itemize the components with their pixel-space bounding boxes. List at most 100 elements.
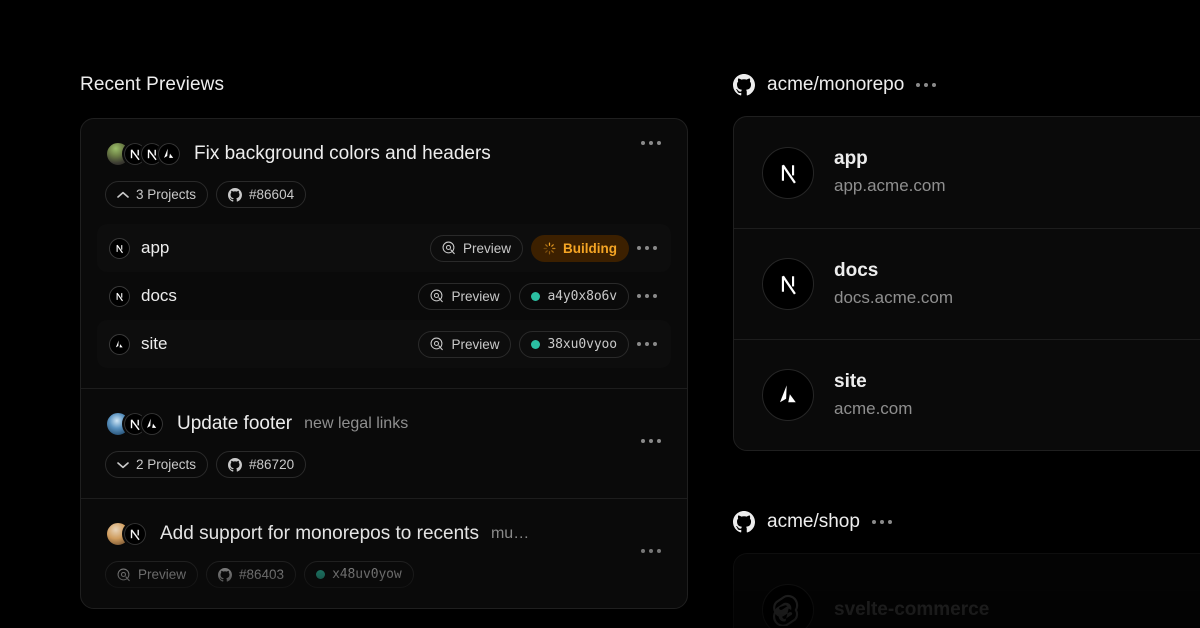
astro-icon xyxy=(139,411,165,437)
preview-chip[interactable]: Preview xyxy=(418,330,512,358)
repo-menu-button[interactable] xyxy=(871,520,892,524)
preview-item-menu-button[interactable] xyxy=(641,549,661,553)
projects-count-chip[interactable]: 2 Projects xyxy=(105,451,209,478)
repositories-section: acme/monorepo app app.acme.com docs docs… xyxy=(733,74,1200,628)
projects-count-label: 2 Projects xyxy=(136,457,197,472)
repo-projects-card: svelte-commerce xyxy=(733,553,1200,628)
recent-previews-section: Recent Previews Fix background colors an… xyxy=(80,74,688,609)
preview-label: Preview xyxy=(138,567,187,582)
preview-item[interactable]: Fix background colors and headers 3 Proj… xyxy=(81,119,687,388)
repo-project-row[interactable]: svelte-commerce xyxy=(734,554,1200,628)
nextjs-icon xyxy=(109,285,130,307)
project-actions: Preview Building xyxy=(429,234,657,262)
project-name: docs xyxy=(141,286,177,305)
astro-icon xyxy=(156,141,182,167)
nextjs-icon xyxy=(122,521,148,547)
repo-project-url: app.acme.com xyxy=(834,176,946,195)
deployment-id-chip[interactable]: 38xu0vyoo xyxy=(519,330,629,358)
github-pr-chip[interactable]: #86403 xyxy=(206,561,297,588)
status-dot-icon xyxy=(531,291,541,301)
repo-name: acme/shop xyxy=(767,511,860,532)
repo-project-name: site xyxy=(834,370,867,392)
deployment-id-label: a4y0x8o6v xyxy=(547,288,617,304)
github-pr-label: #86403 xyxy=(239,567,285,582)
svelte-icon xyxy=(762,583,814,628)
preview-eye-icon xyxy=(442,241,455,255)
deployment-id-label: x48uv0yow xyxy=(332,567,402,582)
github-pr-label: #86604 xyxy=(249,187,295,202)
preview-label: Preview xyxy=(451,288,500,304)
preview-item-header: Add support for monorepos to recents mu… xyxy=(81,521,687,547)
repo-project-row[interactable]: docs docs.acme.com xyxy=(734,228,1200,339)
github-pr-label: #86720 xyxy=(249,457,295,472)
nextjs-icon xyxy=(762,146,814,199)
deployment-id-chip[interactable]: x48uv0yow xyxy=(304,561,414,588)
preview-label: Preview xyxy=(451,336,500,352)
astro-icon xyxy=(762,369,814,421)
chevron-down-icon xyxy=(117,461,129,468)
preview-item[interactable]: Add support for monorepos to recents mu…… xyxy=(81,498,687,608)
github-pr-chip[interactable]: #86720 xyxy=(216,451,307,478)
repo-name: acme/monorepo xyxy=(767,74,905,95)
preview-eye-icon xyxy=(117,568,130,581)
project-actions: Preview a4y0x8o6v xyxy=(418,282,657,310)
projects-count-chip[interactable]: 3 Projects xyxy=(105,181,209,208)
repo-project-name: app xyxy=(834,148,868,170)
repo-project-name: svelte-commerce xyxy=(834,598,990,620)
deployment-id-label: 38xu0vyoo xyxy=(547,336,617,352)
preview-label: Preview xyxy=(462,240,511,256)
project-list: app Preview Building docs Preview a4y0x8… xyxy=(97,224,671,368)
preview-item-meta: 2 Projects #86720 xyxy=(81,437,687,478)
astro-icon xyxy=(109,333,130,355)
project-name: app xyxy=(141,238,170,257)
avatar-stack xyxy=(105,411,165,437)
preview-eye-icon xyxy=(430,337,444,351)
project-row-menu-button[interactable] xyxy=(637,246,657,250)
github-pr-chip[interactable]: #86604 xyxy=(216,181,307,208)
github-icon xyxy=(733,511,755,533)
app-root: Recent Previews Fix background colors an… xyxy=(0,0,1200,628)
repo-header[interactable]: acme/monorepo xyxy=(733,74,1200,96)
repo-project-url: docs.acme.com xyxy=(834,287,954,307)
repo-project-row[interactable]: app app.acme.com xyxy=(734,117,1200,228)
avatar-stack xyxy=(105,521,148,547)
preview-item-subtitle: new legal links xyxy=(304,415,409,432)
preview-item-menu-button[interactable] xyxy=(641,439,661,443)
repo-project-info: svelte-commerce xyxy=(834,597,989,623)
project-row[interactable]: docs Preview a4y0x8o6v xyxy=(97,272,671,320)
preview-eye-icon xyxy=(430,289,444,303)
project-row[interactable]: app Preview Building xyxy=(97,224,671,272)
repo-project-name: docs xyxy=(834,259,879,281)
nextjs-icon xyxy=(109,237,130,259)
github-icon xyxy=(733,74,755,96)
status-dot-icon xyxy=(531,339,541,349)
repo-header[interactable]: acme/shop xyxy=(733,511,1200,533)
status-dot-icon xyxy=(316,570,326,579)
github-icon xyxy=(228,457,243,472)
repo-project-url: acme.com xyxy=(834,398,913,418)
nextjs-icon xyxy=(762,258,814,310)
chevron-up-icon xyxy=(117,191,129,198)
repo-menu-button[interactable] xyxy=(916,83,937,87)
github-icon xyxy=(218,567,233,582)
project-row-menu-button[interactable] xyxy=(637,342,657,346)
deployment-id-chip[interactable]: a4y0x8o6v xyxy=(519,282,629,310)
repo-project-row[interactable]: site acme.com xyxy=(734,339,1200,450)
preview-item-header: Fix background colors and headers xyxy=(81,141,687,167)
preview-chip[interactable]: Preview xyxy=(429,234,523,262)
projects-count-label: 3 Projects xyxy=(136,187,197,202)
preview-item[interactable]: Update footer new legal links 2 Projects… xyxy=(81,388,687,498)
preview-chip[interactable]: Preview xyxy=(418,282,512,310)
preview-chip[interactable]: Preview xyxy=(105,561,199,588)
avatar-stack xyxy=(105,141,182,167)
project-row[interactable]: site Preview 38xu0vyoo xyxy=(97,320,671,368)
status-label: Building xyxy=(563,240,617,256)
preview-item-menu-button[interactable] xyxy=(641,141,661,145)
project-row-menu-button[interactable] xyxy=(637,294,657,298)
repo-project-info: site acme.com xyxy=(834,369,912,421)
project-name: site xyxy=(141,334,168,353)
status-badge[interactable]: Building xyxy=(531,234,629,262)
spinner-icon xyxy=(543,242,556,254)
repo-project-info: docs docs.acme.com xyxy=(834,258,953,310)
